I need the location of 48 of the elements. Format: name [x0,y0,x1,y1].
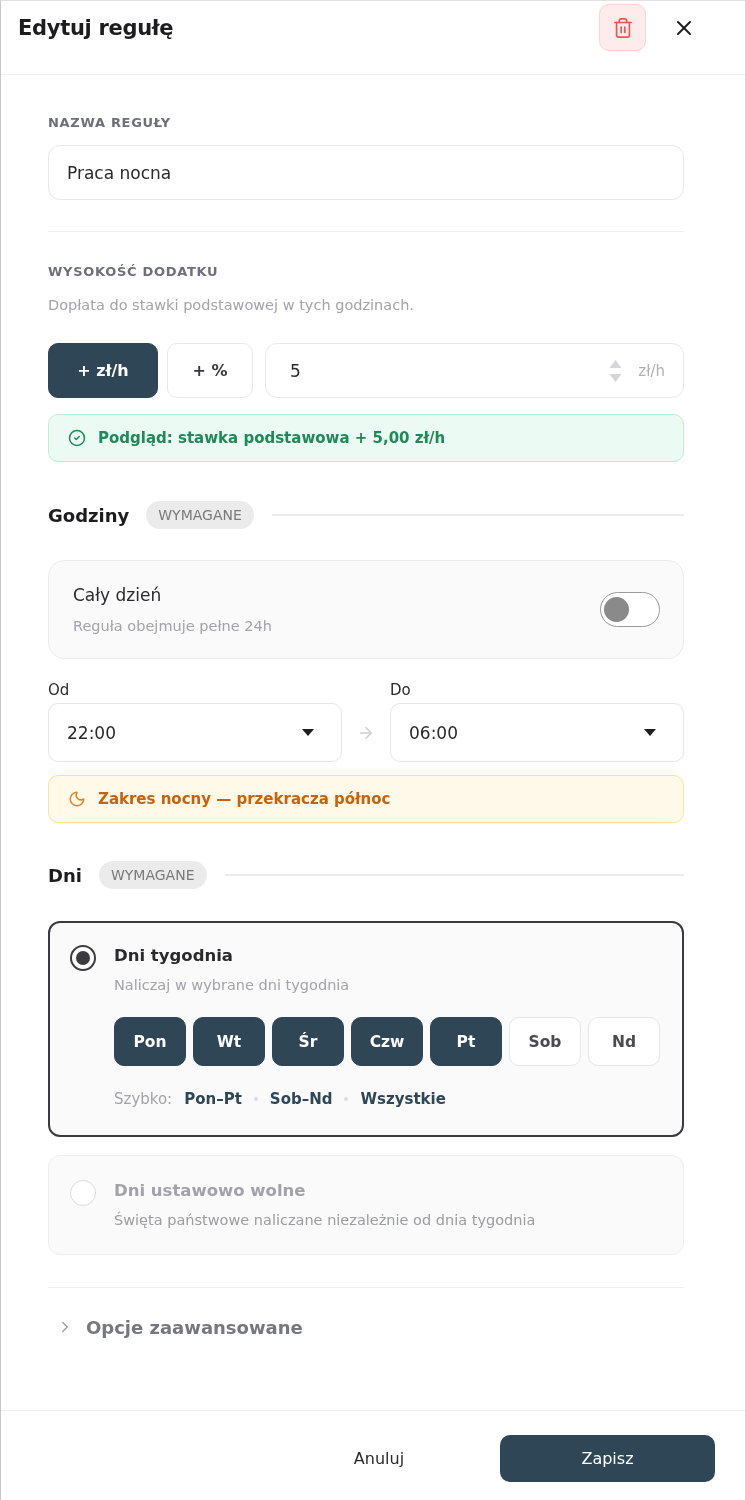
name-input[interactable]: Praca nocna [48,145,684,200]
trash-icon [611,16,634,39]
day-toggle[interactable]: Sob [509,1017,581,1066]
caret-icon [302,729,314,736]
unit-label: zł/h [638,361,665,380]
day-toggle[interactable]: Pon [114,1017,186,1066]
advanced-options-toggle[interactable]: Opcje zaawansowane [48,1314,303,1340]
option-subtitle: Naliczaj w wybrane dni tygodnia [114,976,351,995]
field-label: Od [48,681,71,699]
card-subtitle: Reguła obejmuje pełne 24h [73,616,273,636]
day-toggle[interactable]: Nd [588,1017,660,1066]
quick-select-link[interactable]: Wszystkie [360,1090,446,1108]
field-label: Do [390,681,412,699]
option-subtitle: Święta państwowe naliczane niezależnie od dnia tygodnia [114,1210,537,1230]
day-toggle[interactable]: Wt [193,1017,265,1066]
required-badge: WYMAGANE [98,861,207,889]
option-title: Dni ustawowo wolne [114,1180,307,1202]
section-title: Dni [48,864,82,886]
moon-icon [68,790,86,808]
cancel-button[interactable]: Anuluj [319,1435,439,1482]
time-select[interactable]: 22:00 [48,703,342,762]
section-label: WYSOKOŚĆ DODATKU [48,263,220,281]
delete-button[interactable] [599,4,646,51]
dialog-title: Edytuj regułę [18,15,175,40]
quick-label: Szybko: [114,1090,173,1108]
day-toggle[interactable]: Pt [430,1017,502,1066]
quick-select-link[interactable]: Sob–Nd [269,1090,333,1108]
caret-icon [644,729,656,736]
section-title: Godziny [48,504,130,526]
day-toggle[interactable]: Czw [351,1017,423,1066]
section-label: NAZWA REGUŁY [48,114,172,132]
mode-toggle[interactable]: + zł/h [48,343,158,398]
toggle-switch[interactable] [600,592,660,627]
quick-select-link[interactable]: Pon–Pt [184,1090,242,1108]
save-button[interactable]: Zapisz [500,1435,715,1482]
check-circle-icon [68,429,86,447]
option-card[interactable]: Dni tygodnia Naliczaj w wybrane dni tygodnia Pon Wt Śr Czw Pt Sob Nd Szybko: Pon–Pt Sob–Nd Wszystkie [48,921,684,1137]
radio-button[interactable] [70,945,96,971]
preview-text: Podgląd: stawka podstawowa + 5,00 zł/h [98,429,446,447]
notice-text: Zakres nocny — przekracza północ [98,790,391,808]
day-toggle[interactable]: Śr [272,1017,344,1066]
option-title: Dni tygodnia [114,945,234,967]
required-badge: WYMAGANE [146,501,254,529]
amount-input[interactable]: 5 zł/h [265,343,684,398]
time-select[interactable]: 06:00 [390,703,684,762]
hint-text: Dopłata do stawki podstawowej w tych godzinach. [48,296,415,315]
mode-toggle[interactable]: + % [167,343,253,398]
card-title: Cały dzień [73,583,163,606]
